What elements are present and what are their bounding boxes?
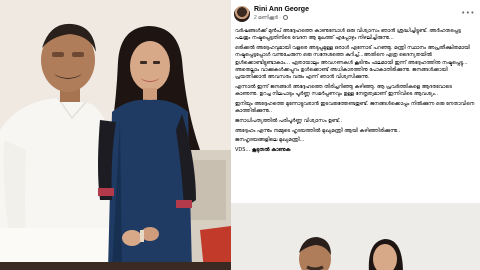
post-paragraph: ഒരിക്കൽ അദ്ദേഹവുമായി വളരെ അടുപ്പമുള്ള ഒര… [235,44,470,81]
dot-separator: · [279,15,283,21]
post-time[interactable]: 2 മണിക്കൂർ [254,15,278,21]
post-header: Rini Ann George 2 മണിക്കൂർ · ••• [231,4,480,24]
post-paragraph: ജനഹൃദയങ്ങളിലെ മുഖ്യമന്ത്രി... [235,137,305,144]
post-paragraph: വർഷങ്ങൾക്ക് മുൻപ് അദ്ദേഹത്തെ കാണുമ്പോൾ ഒ… [235,28,461,42]
post-paragraph: ജനാധിപത്യത്തിൽ പരിപൂർണ്ണ വിശ്വാസം ഉണ്ട്.… [235,117,343,124]
author-name[interactable]: Rini Ann George [254,6,309,13]
post-meta: 2 മണിക്കൂർ · [254,15,289,21]
post-signature: VDS... [235,146,252,153]
post-paragraph: ഇനിയും അദ്ദേഹത്തെ മുന്നോട്ടുവരാൻ ഇടവരുത്… [235,100,475,115]
post-image-preview[interactable] [231,203,480,270]
photo-image [0,0,231,270]
more-icon[interactable]: ••• [461,10,475,17]
post-paragraph: അദ്ദേഹം എന്നും നമ്മുടെ ഹൃദയത്തിൽ മുഖ്യമന… [235,127,401,134]
preview-image [231,203,480,270]
profile-avatar[interactable] [234,6,250,22]
post-paragraph: എന്നാൽ ഇന്ന് ജനങ്ങൾ അദ്ദേഹത്തെ തിരിച്ചറി… [235,83,452,98]
see-more-link[interactable]: കൂടുതൽ കാണുക [252,147,291,153]
post-body: വർഷങ്ങൾക്ക് മുൻപ് അദ്ദേഹത്തെ കാണുമ്പോൾ ഒ… [235,28,475,157]
post-signature-line: VDS... കൂടുതൽ കാണുക [235,147,475,154]
globe-icon [283,15,289,20]
photo-panel [0,0,231,270]
post-panel: Rini Ann George 2 മണിക്കൂർ · ••• വർഷങ്ങൾ… [231,0,480,270]
